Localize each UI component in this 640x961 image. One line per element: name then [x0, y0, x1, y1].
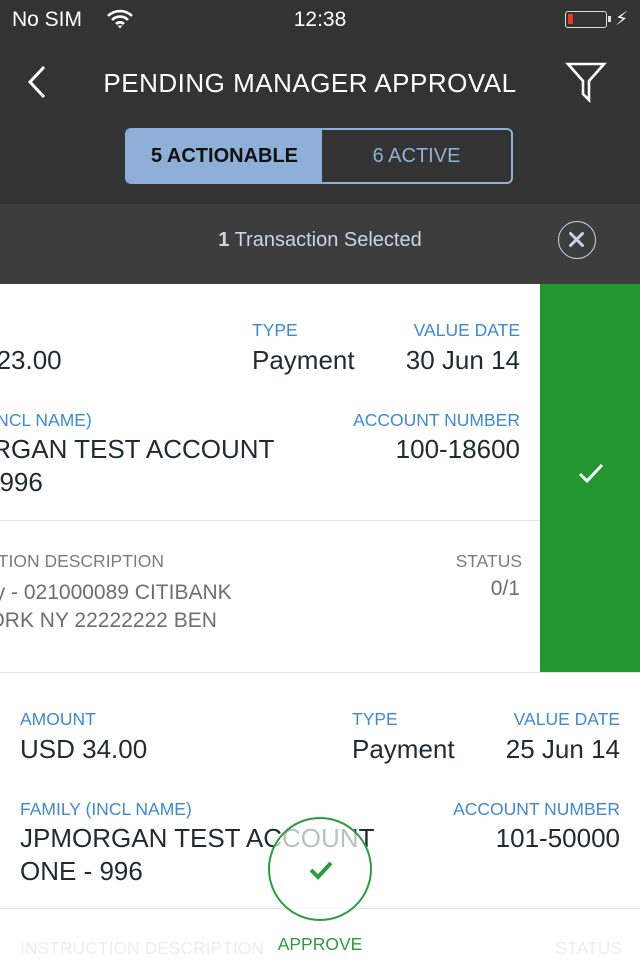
description-label: INSTRUCTION DESCRIPTION — [0, 551, 165, 571]
account-number-value: 101-50000 — [495, 823, 620, 853]
family-line2: ONE - 996 — [0, 467, 43, 497]
family-line1: JPMORGAN TEST ACCOUNT — [0, 434, 275, 464]
status-label: STATUS — [455, 551, 522, 571]
description-line1: 3rd Party - 021000089 CITIBANK — [0, 581, 232, 604]
battery-icon — [565, 11, 607, 28]
card-divider — [0, 520, 540, 521]
description-line2: NEW YORK NY 22222222 BEN — [0, 609, 217, 632]
status-bar: No SIM 12:38 ⚡︎ — [0, 0, 640, 40]
description-label: INSTRUCTION DESCRIPTION — [20, 938, 265, 958]
selection-bar: 1 Transaction Selected — [0, 204, 640, 284]
amount-label: AMOUNT — [20, 709, 96, 729]
tab-actionable[interactable]: 5 ACTIONABLE — [127, 130, 322, 182]
approve-button[interactable] — [268, 817, 372, 921]
account-number-value: 100-18600 — [395, 434, 520, 464]
clear-selection-button[interactable] — [558, 221, 596, 259]
checkmark-icon — [309, 861, 333, 880]
filter-funnel-icon — [565, 62, 607, 104]
selection-count: 1 — [218, 229, 230, 251]
account-number-label: ACCOUNT NUMBER — [453, 799, 620, 819]
filter-button[interactable] — [565, 60, 607, 104]
page-title: PENDING MANAGER APPROVAL — [103, 68, 517, 98]
selection-text: Transaction Selected — [229, 229, 422, 251]
clock: 12:38 — [293, 8, 347, 31]
type-label: TYPE — [352, 709, 398, 729]
transaction-card[interactable]: AMOUNT USD 123.00 TYPE Payment VALUE DAT… — [0, 284, 540, 672]
family-line2: ONE - 996 — [20, 856, 143, 886]
type-value: Payment — [352, 734, 455, 764]
family-label: FAMILY (INCL NAME) — [20, 799, 192, 819]
amount-value: USD 123.00 — [0, 345, 62, 375]
checkmark-icon — [578, 463, 604, 484]
value-date-label: VALUE DATE — [513, 709, 620, 729]
status-label: STATUS — [555, 938, 622, 958]
approve-label[interactable]: APPROVE — [260, 934, 380, 955]
selected-swipe-action[interactable] — [540, 284, 640, 672]
battery-nub — [608, 16, 611, 22]
nav-bar: PENDING MANAGER APPROVAL 5 ACTIONABLE 6 … — [0, 40, 640, 204]
type-label: TYPE — [252, 320, 298, 340]
segmented-control: 5 ACTIONABLE 6 ACTIVE — [125, 128, 513, 184]
tab-active[interactable]: 6 ACTIVE — [322, 130, 511, 182]
account-number-label: ACCOUNT NUMBER — [353, 410, 520, 430]
family-label: FAMILY (INCL NAME) — [0, 410, 92, 430]
close-x-icon — [569, 232, 584, 247]
value-date-label: VALUE DATE — [413, 320, 520, 340]
type-value: Payment — [252, 345, 355, 375]
selection-summary: 1 Transaction Selected — [0, 229, 640, 252]
value-date-value: 30 Jun 14 — [405, 345, 520, 375]
amount-value: USD 34.00 — [20, 734, 148, 764]
value-date-value: 25 Jun 14 — [505, 734, 620, 764]
status-value: 0/1 — [490, 577, 520, 600]
charging-bolt-icon: ⚡︎ — [615, 9, 629, 30]
